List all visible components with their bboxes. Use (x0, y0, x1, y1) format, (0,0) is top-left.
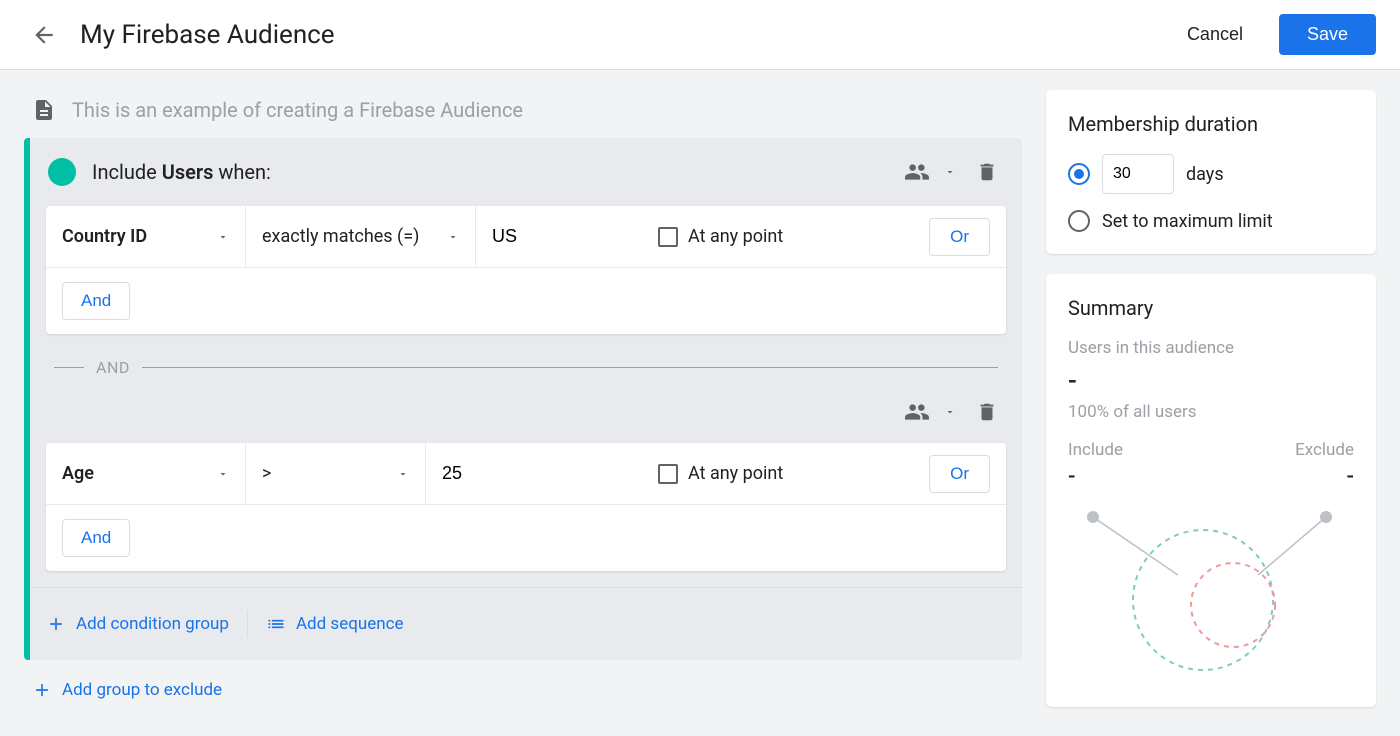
delete-icon[interactable] (976, 401, 998, 423)
membership-title: Membership duration (1068, 112, 1354, 136)
arrow-left-icon (31, 22, 57, 48)
field-dropdown[interactable]: Age (46, 443, 246, 504)
membership-panel: Membership duration days Set to maximum … (1046, 90, 1376, 254)
save-button[interactable]: Save (1279, 14, 1376, 55)
summary-title: Summary (1068, 296, 1354, 320)
cancel-button[interactable]: Cancel (1171, 16, 1259, 53)
description-row: This is an example of creating a Firebas… (24, 90, 1022, 138)
scope-dropdown[interactable] (904, 159, 956, 185)
include-label: Include Users when: (92, 160, 271, 184)
max-limit-radio[interactable] (1068, 210, 1090, 232)
duration-input[interactable] (1102, 154, 1174, 194)
add-exclude-group-button[interactable]: Add group to exclude (24, 660, 1022, 720)
condition-card: Age > At any point Or (46, 443, 1006, 571)
chevron-down-icon (944, 406, 956, 418)
any-point-checkbox[interactable]: At any point (646, 226, 929, 247)
any-point-label: At any point (688, 226, 783, 247)
field-dropdown[interactable]: Country ID (46, 206, 246, 267)
page-header: My Firebase Audience Cancel Save (0, 0, 1400, 70)
duration-days-radio[interactable] (1068, 163, 1090, 185)
summary-panel: Summary Users in this audience - 100% of… (1046, 274, 1376, 707)
include-value: - (1068, 464, 1075, 489)
and-button[interactable]: And (62, 519, 130, 557)
people-icon (904, 159, 930, 185)
max-limit-label: Set to maximum limit (1102, 211, 1273, 232)
summary-total: - (1068, 366, 1354, 396)
any-point-checkbox[interactable]: At any point (646, 463, 929, 484)
chevron-down-icon (944, 166, 956, 178)
operator-dropdown[interactable]: > (246, 443, 426, 504)
add-sequence-button[interactable]: Add sequence (266, 614, 404, 634)
people-icon (904, 399, 930, 425)
venn-diagram (1068, 505, 1354, 685)
summary-subtitle: Users in this audience (1068, 338, 1354, 358)
chevron-down-icon (217, 231, 229, 243)
value-input[interactable] (492, 226, 630, 247)
chevron-down-icon (447, 231, 459, 243)
group-separator: AND (30, 350, 1022, 393)
add-condition-group-button[interactable]: Add condition group (46, 614, 229, 634)
page-title: My Firebase Audience (80, 20, 335, 50)
scope-dropdown[interactable] (904, 399, 956, 425)
include-label: Include (1068, 440, 1123, 460)
delete-icon[interactable] (976, 161, 998, 183)
description-text: This is an example of creating a Firebas… (72, 98, 523, 122)
or-button[interactable]: Or (929, 218, 990, 256)
plus-icon (46, 614, 66, 634)
operator-dropdown[interactable]: exactly matches (=) (246, 206, 476, 267)
chevron-down-icon (397, 468, 409, 480)
plus-icon (32, 680, 52, 700)
include-indicator (48, 158, 76, 186)
include-block: Include Users when: Country ID (24, 138, 1022, 660)
exclude-label: Exclude (1295, 440, 1354, 460)
days-label: days (1186, 164, 1224, 185)
back-button[interactable] (24, 15, 64, 55)
condition-card: Country ID exactly matches (=) At any po… (46, 206, 1006, 334)
chevron-down-icon (217, 468, 229, 480)
any-point-label: At any point (688, 463, 783, 484)
sequence-icon (266, 614, 286, 634)
and-button[interactable]: And (62, 282, 130, 320)
value-input[interactable] (442, 463, 630, 484)
description-icon (32, 98, 56, 122)
summary-percent: 100% of all users (1068, 402, 1354, 422)
exclude-value: - (1347, 464, 1354, 489)
or-button[interactable]: Or (929, 455, 990, 493)
